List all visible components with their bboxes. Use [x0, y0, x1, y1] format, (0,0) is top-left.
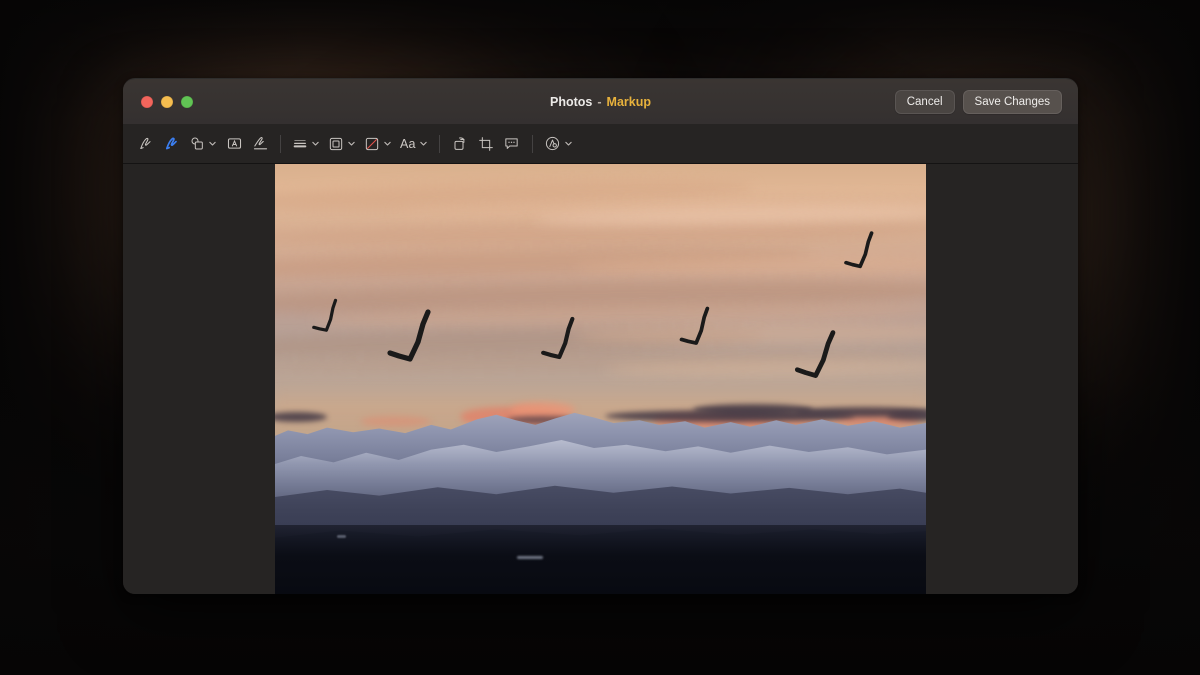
water-glint [517, 556, 543, 559]
valley-foreground [275, 525, 926, 594]
toolbar-separator [280, 135, 281, 153]
minimize-button[interactable] [161, 96, 173, 108]
chevron-down-icon[interactable] [419, 139, 428, 148]
chevron-down-icon[interactable] [311, 139, 320, 148]
draw-tool-button[interactable] [159, 131, 185, 157]
shapes-tool-button[interactable] [185, 131, 221, 157]
zoom-button[interactable] [181, 96, 193, 108]
window-title-separator: - [597, 95, 601, 109]
adjust-icon [544, 135, 561, 152]
markup-toolbar: Aa [123, 124, 1078, 164]
titlebar-actions: Cancel Save Changes [895, 90, 1062, 114]
chevron-down-icon[interactable] [208, 139, 217, 148]
sketch-tool-button[interactable] [133, 131, 159, 157]
text-box-icon [226, 135, 243, 152]
comment-icon [503, 135, 520, 152]
fill-color-icon [364, 136, 380, 152]
close-button[interactable] [141, 96, 153, 108]
chevron-down-icon[interactable] [383, 139, 392, 148]
comment-tool-button[interactable] [499, 131, 525, 157]
crop-icon [478, 136, 494, 152]
window-title-app: Photos [550, 95, 592, 109]
traffic-lights [141, 96, 193, 108]
text-tool-button[interactable] [221, 131, 247, 157]
markup-canvas[interactable] [123, 164, 1078, 594]
sketch-icon [138, 135, 155, 152]
shape-style-button[interactable] [288, 131, 324, 157]
toolbar-separator [532, 135, 533, 153]
crop-tool-button[interactable] [473, 131, 499, 157]
window-titlebar[interactable]: Photos - Markup Cancel Save Changes [123, 79, 1078, 124]
dark-cloud [693, 404, 813, 415]
rotate-icon [452, 136, 468, 152]
adjust-tool-button[interactable] [540, 131, 577, 157]
sign-tool-button[interactable] [247, 131, 273, 157]
photos-markup-window: Photos - Markup Cancel Save Changes [123, 78, 1078, 594]
distant-light [337, 535, 346, 538]
chevron-down-icon[interactable] [347, 139, 356, 148]
text-style-label: Aa [400, 137, 416, 151]
fill-color-button[interactable] [360, 131, 396, 157]
border-color-button[interactable] [324, 131, 360, 157]
save-changes-button[interactable]: Save Changes [963, 90, 1062, 114]
rotate-tool-button[interactable] [447, 131, 473, 157]
sunset-cloud [361, 416, 431, 427]
window-title-document: Markup [607, 95, 651, 109]
shape-style-icon [292, 136, 308, 152]
border-color-icon [328, 136, 344, 152]
chevron-down-icon[interactable] [564, 139, 573, 148]
draw-icon [164, 135, 181, 152]
shapes-icon [189, 136, 205, 152]
photo-mountain-sunset[interactable] [275, 164, 926, 594]
text-style-button[interactable]: Aa [396, 131, 432, 157]
cancel-button[interactable]: Cancel [895, 90, 955, 114]
toolbar-separator [439, 135, 440, 153]
signature-icon [252, 135, 269, 152]
